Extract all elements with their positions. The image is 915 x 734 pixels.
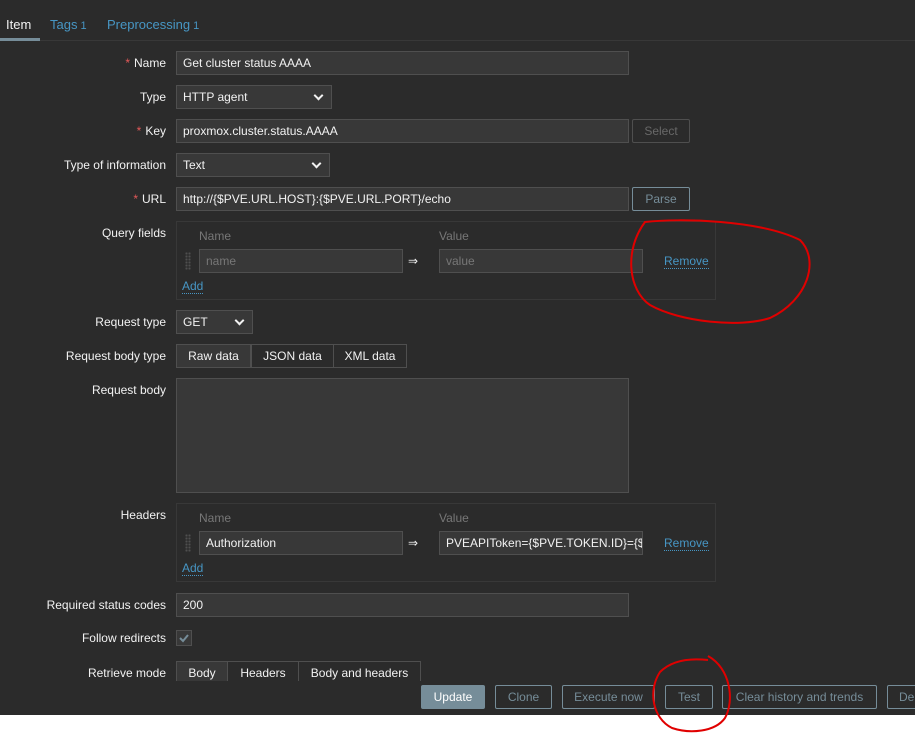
body-and-headers-option[interactable]: Body and headers bbox=[298, 661, 421, 681]
column-header-value: Value bbox=[439, 229, 469, 243]
required-marker: * bbox=[125, 56, 130, 70]
request-body-textarea[interactable] bbox=[176, 378, 629, 493]
column-header-name: Name bbox=[199, 511, 232, 525]
body-option[interactable]: Body bbox=[176, 661, 228, 681]
label-text: Key bbox=[145, 124, 166, 138]
add-link[interactable]: Add bbox=[182, 561, 204, 576]
item-edit-form: Item Tags 1 Preprocessing 1 * Name Get clus… bbox=[0, 0, 915, 715]
drag-handle-icon[interactable] bbox=[185, 534, 191, 552]
arrow-icon: ⇒ bbox=[408, 254, 419, 268]
query-fields-table: Name Value name ⇒ value Remove Add bbox=[176, 221, 716, 300]
remove-link[interactable]: Remove bbox=[664, 254, 709, 269]
type-of-information-value: Text bbox=[183, 158, 206, 172]
request-type-select[interactable]: GET bbox=[176, 310, 253, 334]
parse-button[interactable]: Parse bbox=[632, 187, 690, 211]
tab-preprocessing[interactable]: Preprocessing 1 bbox=[107, 17, 199, 32]
required-marker: * bbox=[133, 192, 138, 206]
type-of-information-label: Type of information bbox=[63, 158, 166, 172]
label-text: Name bbox=[133, 56, 166, 70]
retrieve-mode-label: Retrieve mode bbox=[87, 666, 166, 680]
remove-link[interactable]: Remove bbox=[664, 536, 709, 551]
name-input[interactable]: Get cluster status AAAA bbox=[176, 51, 629, 75]
update-button[interactable]: Update bbox=[421, 685, 485, 709]
required-marker: * bbox=[136, 124, 142, 138]
action-bar: Update Clone Execute now Test Clear hist… bbox=[0, 681, 915, 715]
execute-now-button[interactable]: Execute now bbox=[562, 685, 655, 709]
tab-item[interactable]: Item bbox=[6, 17, 31, 32]
url-input[interactable]: http://{$PVE.URL.HOST}:{$PVE.URL.PORT}/e… bbox=[176, 187, 629, 211]
tab-count: 1 bbox=[193, 20, 200, 32]
add-link[interactable]: Add bbox=[182, 279, 204, 294]
label-text: URL bbox=[141, 192, 166, 206]
request-body-type-label: Request body type bbox=[65, 349, 166, 363]
request-body-label: Request body bbox=[91, 383, 166, 397]
follow-redirects-checkbox[interactable] bbox=[176, 630, 192, 646]
request-type-label: Request type bbox=[95, 315, 166, 329]
tab-tags[interactable]: Tags 1 bbox=[50, 17, 87, 32]
query-fields-label: Query fields bbox=[101, 226, 166, 240]
clear-history-button[interactable]: Clear history and trends bbox=[722, 685, 877, 709]
name-label: * Name bbox=[125, 56, 166, 70]
xml-data-option[interactable]: XML data bbox=[333, 344, 407, 368]
column-header-value: Value bbox=[439, 511, 469, 525]
required-status-codes-input[interactable]: 200 bbox=[176, 593, 629, 617]
type-label: Type bbox=[139, 90, 166, 104]
request-type-value: GET bbox=[183, 315, 208, 329]
key-label: * Key bbox=[137, 124, 166, 138]
headers-label: Headers bbox=[120, 508, 166, 522]
arrow-icon: ⇒ bbox=[408, 536, 419, 550]
header-name-input[interactable]: Authorization bbox=[199, 531, 403, 555]
query-value-input[interactable]: value bbox=[439, 249, 643, 273]
follow-redirects-label: Follow redirects bbox=[81, 631, 166, 645]
tab-label: Preprocessing bbox=[107, 17, 191, 32]
type-of-information-select[interactable]: Text bbox=[176, 153, 330, 177]
tab-label: Tags bbox=[50, 17, 78, 32]
required-status-codes-label: Required status codes bbox=[46, 598, 166, 612]
check-icon bbox=[179, 634, 189, 643]
drag-handle-icon[interactable] bbox=[185, 252, 191, 270]
headers-table: Name Value Authorization ⇒ PVEAPIToken={… bbox=[176, 503, 716, 582]
tab-bar: Item Tags 1 Preprocessing 1 bbox=[0, 0, 915, 41]
delete-button[interactable]: Delete bbox=[887, 685, 915, 709]
raw-data-option[interactable]: Raw data bbox=[176, 344, 251, 368]
tab-count: 1 bbox=[80, 20, 87, 32]
active-tab-indicator bbox=[0, 38, 40, 41]
select-button[interactable]: Select bbox=[632, 119, 690, 143]
url-label: * URL bbox=[133, 192, 166, 206]
type-select[interactable]: HTTP agent bbox=[176, 85, 332, 109]
headers-option[interactable]: Headers bbox=[227, 661, 299, 681]
key-input[interactable]: proxmox.cluster.status.AAAA bbox=[176, 119, 629, 143]
json-data-option[interactable]: JSON data bbox=[251, 344, 334, 368]
type-value: HTTP agent bbox=[183, 90, 248, 104]
query-name-input[interactable]: name bbox=[199, 249, 403, 273]
header-value-input[interactable]: PVEAPIToken={$PVE.TOKEN.ID}={$PVE bbox=[439, 531, 643, 555]
column-header-name: Name bbox=[199, 229, 232, 243]
clone-button[interactable]: Clone bbox=[495, 685, 552, 709]
tab-label: Item bbox=[6, 17, 32, 32]
test-button[interactable]: Test bbox=[665, 685, 713, 709]
